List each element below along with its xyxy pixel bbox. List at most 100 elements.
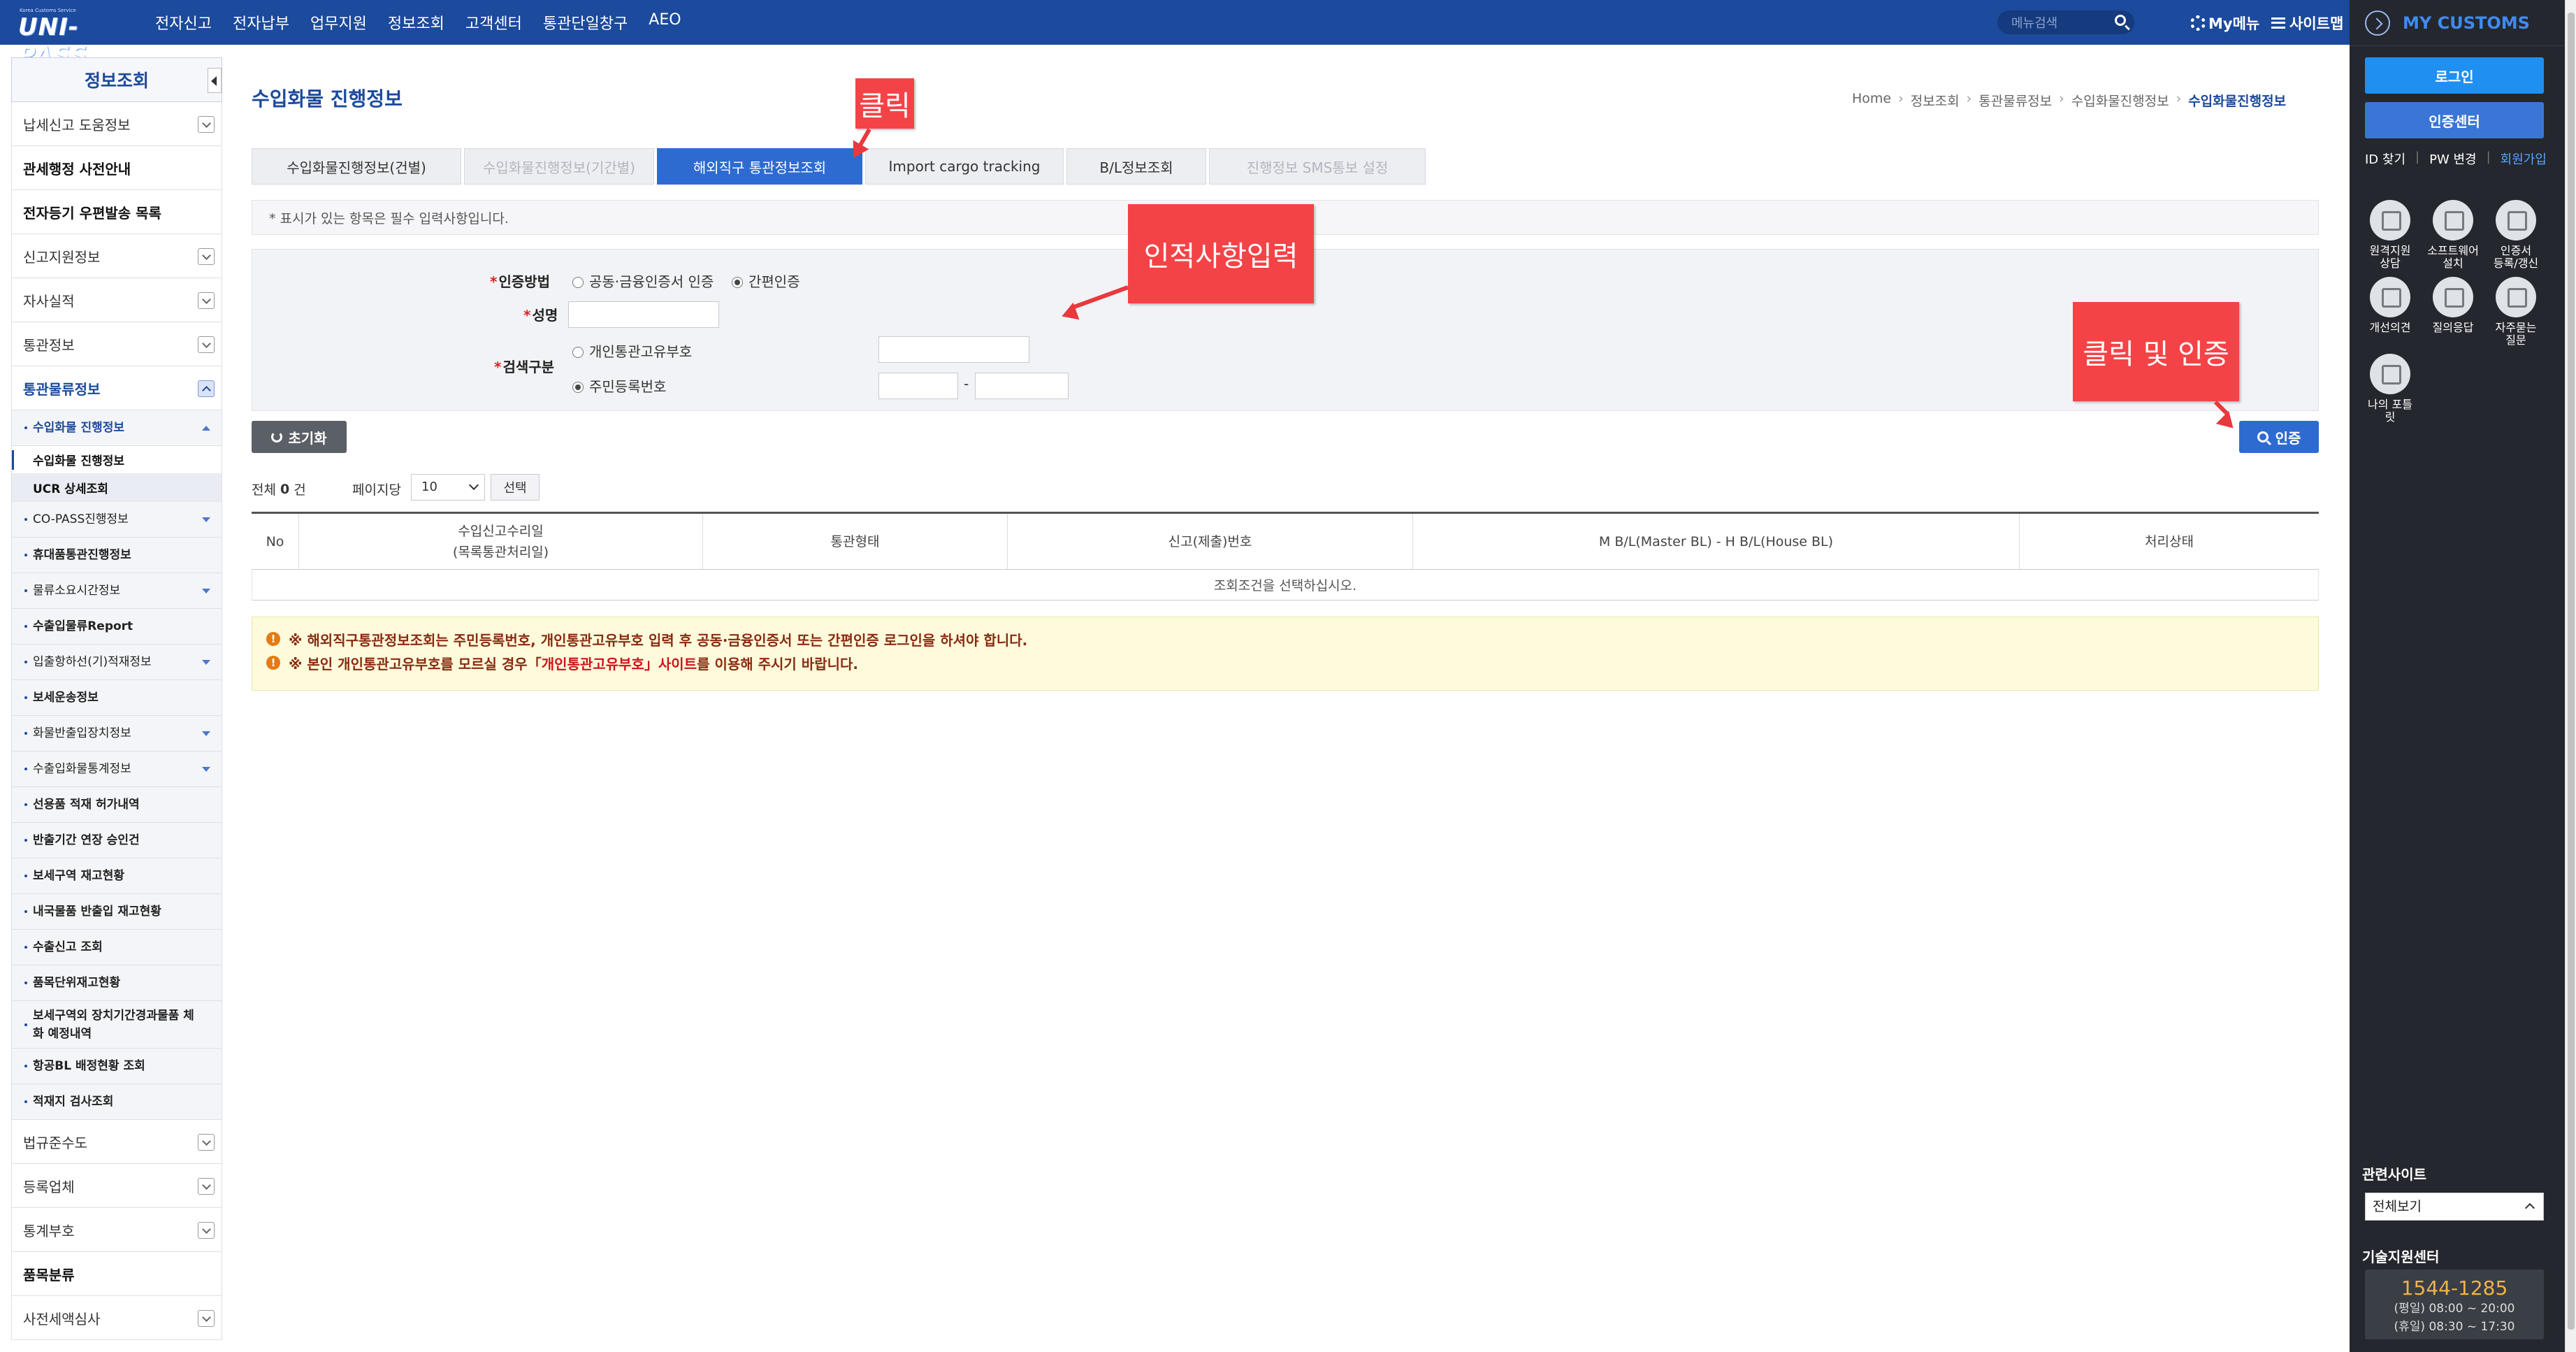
change-pw-link[interactable]: PW 변경 [2429, 150, 2477, 168]
page-scrollbar[interactable] [2565, 0, 2576, 1352]
breadcrumb-info[interactable]: 정보조회 [1911, 91, 1960, 110]
col-customs-type[interactable]: 통관형태 [703, 514, 1008, 569]
my-menu-button[interactable]: My메뉴 [2190, 13, 2259, 34]
feedback-shortcut[interactable]: 개선의견 [2359, 277, 2421, 347]
sidebar-item-customs-logistics[interactable]: 통관물류정보 [11, 366, 222, 410]
auth-button[interactable]: 인증 [2239, 421, 2319, 453]
sidebar-sub-import-cargo[interactable]: 수입화물 진행정보 [11, 410, 222, 446]
search-icon[interactable] [2111, 10, 2134, 34]
sidebar-sub-bonded-stock[interactable]: 보세구역 재고현황 [11, 858, 222, 894]
col-declaration-no[interactable]: 신고(제출)번호 [1008, 514, 1413, 569]
sidebar-sub-bonded-transport[interactable]: 보세운송정보 [11, 680, 222, 716]
tab-cargo-by-case[interactable]: 수입화물진행정보(건별) [252, 148, 461, 185]
sidebar-leaf-ucr[interactable]: UCR 상세조회 [11, 474, 222, 502]
scrollbar-thumb[interactable] [2568, 13, 2575, 1330]
col-accept-date[interactable]: 수입신고수리일 (목록통관처리일) [299, 514, 703, 569]
col-status[interactable]: 처리상태 [2020, 514, 2319, 569]
tab-bl-info[interactable]: B/L정보조회 [1066, 148, 1206, 185]
menu-search-input[interactable]: 메뉴검색 [2011, 13, 2111, 31]
breadcrumb-cargo[interactable]: 수입화물진행정보 [2071, 91, 2169, 110]
breadcrumb-logistics[interactable]: 통관물류정보 [1978, 91, 2052, 110]
tab-import-tracking[interactable]: Import cargo tracking [865, 148, 1064, 185]
search-customs-code-radio[interactable]: 개인통관고유부호 [572, 340, 692, 361]
customs-code-input[interactable] [878, 336, 1029, 363]
col-no[interactable]: No [252, 514, 299, 569]
sidebar-sub-domestic-stock[interactable]: 내국물품 반출입 재고현황 [11, 894, 222, 930]
sidebar-sub-overdue-goods[interactable]: 보세구역외 장치기간경과물품 체화 예정내역 [11, 1001, 222, 1049]
sidebar-sub-cargo-inout[interactable]: 화물반출입장치정보 [11, 716, 222, 751]
sitemap-button[interactable]: 사이트맵 [2271, 13, 2343, 34]
sidebar-item-stat-codes[interactable]: 통계부호 [11, 1208, 222, 1252]
customs-code-site-link[interactable]: 개인통관고유부호」사이트 [542, 653, 697, 673]
tab-overseas-direct[interactable]: 해외직구 통관정보조회 [657, 148, 862, 185]
auth-cert-radio[interactable]: 공동·금융인증서 인증 [572, 271, 714, 291]
resident-number-back-input[interactable] [975, 373, 1069, 399]
name-input[interactable] [568, 301, 719, 328]
remote-support-shortcut[interactable]: 원격지원 상담 [2359, 200, 2421, 270]
sidebar-sub-logistics-report[interactable]: 수출입물류Report [11, 609, 222, 645]
sidebar-item-company-record[interactable]: 자사실적 [11, 278, 222, 322]
breadcrumb-home[interactable]: Home [1852, 91, 1891, 110]
sidebar-collapse-button[interactable] [208, 68, 222, 93]
sidebar-sub-export-declaration[interactable]: 수출신고 조회 [11, 930, 222, 965]
sidebar-sub-air-bl[interactable]: 항공BL 배정현황 조회 [11, 1049, 222, 1084]
sidebar-item-customs-info[interactable]: 통관정보 [11, 322, 222, 366]
nav-item-customer-center[interactable]: 고객센터 [465, 11, 522, 34]
sidebar-sub-extension[interactable]: 반출기간 연장 승인건 [11, 823, 222, 858]
sidebar-sub-copass[interactable]: CO-PASS진행정보 [11, 502, 222, 538]
nav-item-aeo[interactable]: AEO [649, 11, 681, 34]
related-sites-select[interactable]: 전체보기 [2365, 1193, 2544, 1221]
chevron-down-icon[interactable] [198, 292, 215, 309]
sidebar-sub-handcarry[interactable]: 휴대품통관진행정보 [11, 538, 222, 573]
unipass-logo[interactable]: Korea Customs Service UNI-PASS [18, 6, 123, 69]
menu-search[interactable]: 메뉴검색 [1997, 10, 2134, 34]
signup-link[interactable]: 회원가입 [2501, 150, 2547, 168]
chevron-down-icon[interactable] [198, 1222, 215, 1239]
sidebar-sub-item-stock[interactable]: 품목단위재고현황 [11, 965, 222, 1001]
panel-toggle-icon[interactable] [2365, 10, 2390, 36]
chevron-down-icon[interactable] [198, 1134, 215, 1151]
sidebar-sub-loading-inspection[interactable]: 적재지 검사조회 [11, 1084, 222, 1120]
reset-button[interactable]: 초기화 [252, 421, 347, 453]
sidebar-item-registered-mail[interactable]: 전자등기 우편발송 목록 [11, 190, 222, 234]
sidebar-item-pre-tax-review[interactable]: 사전세액심사 [11, 1296, 222, 1340]
search-resident-number-radio[interactable]: 주민등록번호 [572, 375, 666, 396]
select-button[interactable]: 선택 [491, 474, 540, 501]
faq-shortcut[interactable]: 자주묻는 질문 [2485, 277, 2547, 347]
tab-sms-setting[interactable]: 진행정보 SMS통보 설정 [1209, 148, 1426, 185]
sidebar-sub-cargo-stats[interactable]: 수출입화물통계정보 [11, 751, 222, 787]
cert-center-button[interactable]: 인증센터 [2365, 102, 2544, 138]
chevron-down-icon[interactable] [198, 1178, 215, 1195]
sidebar-item-tax-help[interactable]: 납세신고 도움정보 [11, 102, 222, 146]
chevron-down-icon[interactable] [198, 248, 215, 265]
chevron-down-icon[interactable] [198, 336, 215, 353]
tab-cargo-by-period[interactable]: 수입화물진행정보(기간별) [464, 148, 654, 185]
nav-item-single-window[interactable]: 통관단일창구 [543, 11, 628, 34]
sidebar-leaf-import-cargo[interactable]: 수입화물 진행정보 [11, 446, 222, 474]
per-page-select[interactable]: 10 [411, 474, 485, 501]
certificate-shortcut[interactable]: 인증서 등록/갱신 [2485, 200, 2547, 270]
chevron-down-icon[interactable] [198, 116, 215, 133]
auth-simple-radio[interactable]: 간편인증 [732, 271, 800, 291]
nav-item-work-support[interactable]: 업무지원 [310, 11, 367, 34]
sidebar-item-classification[interactable]: 품목분류 [11, 1252, 222, 1296]
sidebar-item-declaration-support[interactable]: 신고지원정보 [11, 234, 222, 278]
nav-item-e-declaration[interactable]: 전자신고 [155, 11, 212, 34]
nav-item-e-payment[interactable]: 전자납부 [233, 11, 289, 34]
sidebar-item-compliance[interactable]: 법규준수도 [11, 1120, 222, 1164]
sidebar-item-pre-notice[interactable]: 관세행정 사전안내 [11, 146, 222, 190]
sidebar-sub-logistics-time[interactable]: 물류소요시간정보 [11, 573, 222, 609]
sidebar-item-registered-company[interactable]: 등록업체 [11, 1164, 222, 1208]
sidebar-sub-port-loading[interactable]: 입출항하선(기)적재정보 [11, 645, 222, 680]
qna-shortcut[interactable]: 질의응답 [2422, 277, 2484, 347]
col-bl[interactable]: M B/L(Master BL) - H B/L(House BL) [1413, 514, 2020, 569]
nav-item-info-inquiry[interactable]: 정보조회 [388, 11, 444, 34]
sidebar-sub-ship-supplies[interactable]: 선용품 적재 허가내역 [11, 787, 222, 823]
software-install-shortcut[interactable]: 소프트웨어 설치 [2422, 200, 2484, 270]
chevron-up-icon[interactable] [198, 380, 215, 397]
chevron-down-icon[interactable] [198, 1310, 215, 1327]
find-id-link[interactable]: ID 찾기 [2365, 150, 2405, 168]
login-button[interactable]: 로그인 [2365, 57, 2544, 94]
resident-number-front-input[interactable] [878, 373, 958, 399]
portlet-shortcut[interactable]: 나의 포틀 릿 [2359, 354, 2421, 424]
